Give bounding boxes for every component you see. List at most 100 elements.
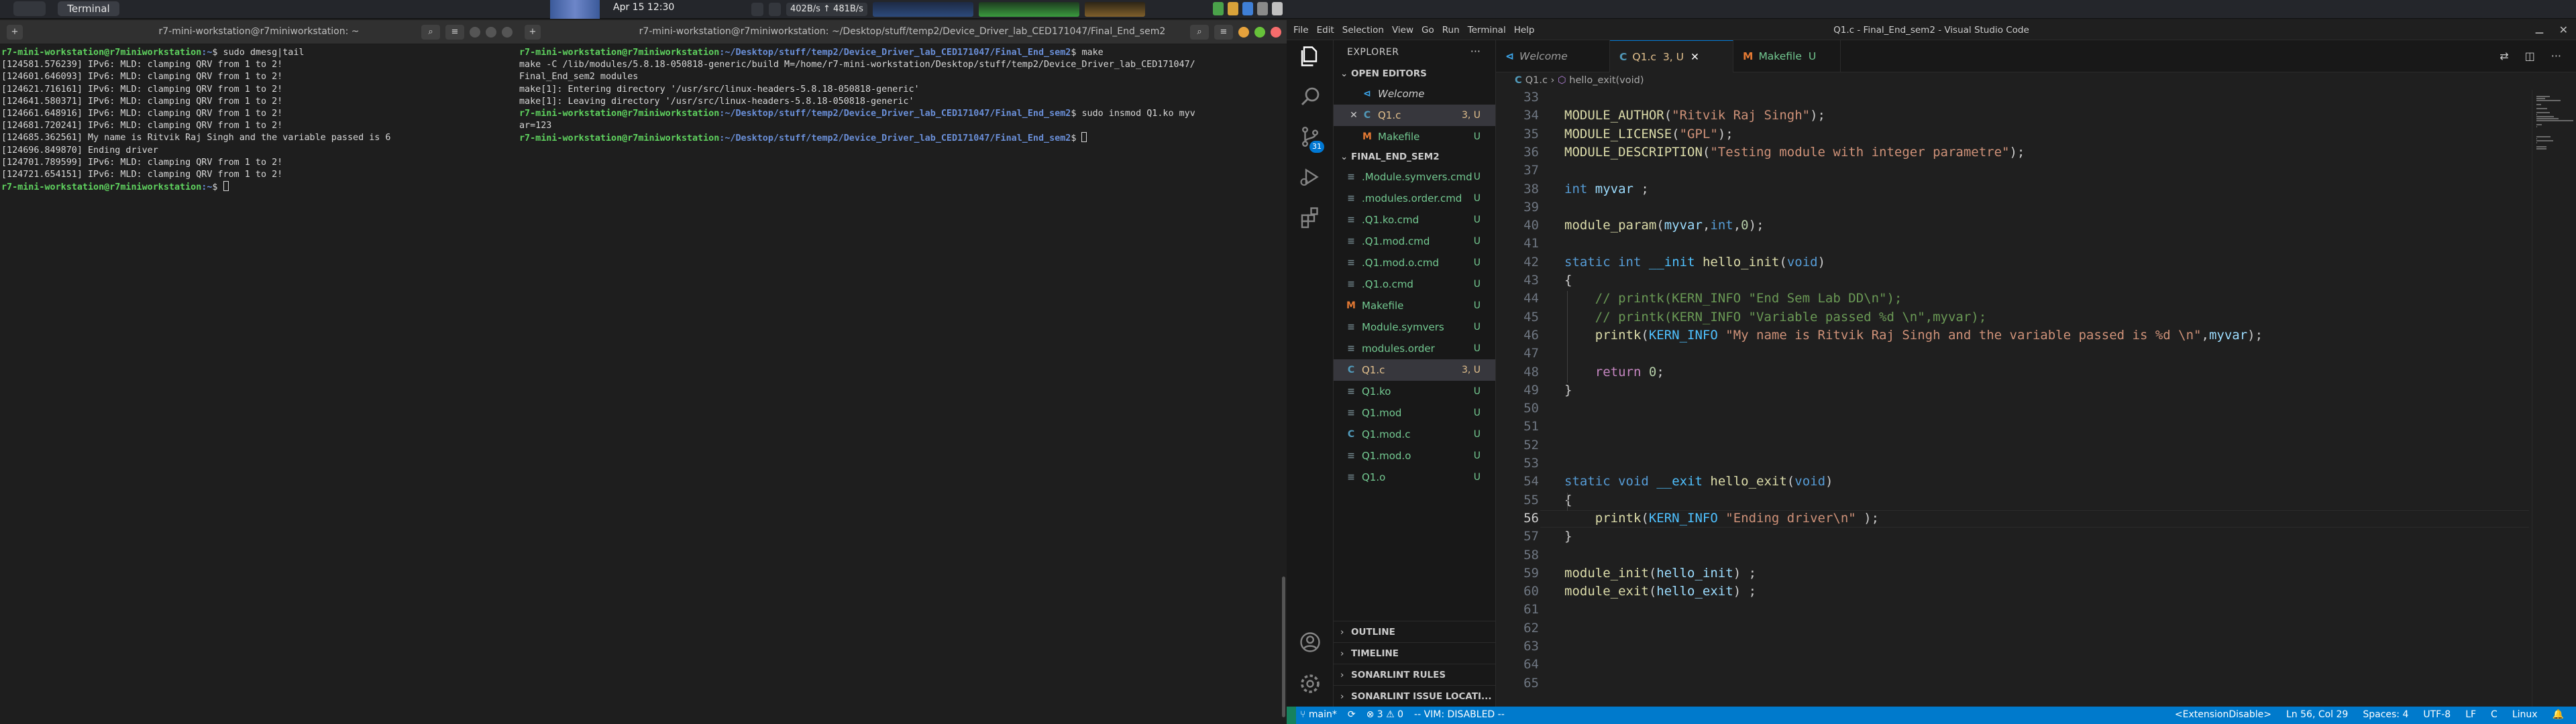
maximize-icon[interactable] <box>1254 27 1265 38</box>
folder-header[interactable]: ⌄ FINAL_END_SEM2 <box>1334 147 1495 166</box>
file-tree-item[interactable]: C Q1.mod.c U <box>1334 424 1495 445</box>
active-app-label[interactable]: Terminal <box>58 1 119 16</box>
line-number: 41 <box>1523 236 1539 251</box>
minimap-line <box>2536 96 2551 97</box>
search-icon[interactable]: ⌕ <box>421 25 440 40</box>
close-icon[interactable]: ✕ <box>1347 105 1360 126</box>
file-tree-item[interactable]: ≡ .Q1.mod.o.cmd U <box>1334 252 1495 274</box>
remote-indicator[interactable] <box>1287 707 1296 724</box>
cursor-position[interactable]: Ln 56, Col 29 <box>2286 709 2348 720</box>
open-editors-header[interactable]: ⌄ OPEN EDITORS <box>1334 64 1495 83</box>
breadcrumb-symbol[interactable]: hello_exit(void) <box>1569 75 1644 86</box>
file-tree-item[interactable]: ≡ Q1.mod U <box>1334 402 1495 424</box>
file-tree-item[interactable]: ≡ .Q1.o.cmd U <box>1334 274 1495 295</box>
indent-guide <box>1567 291 1568 383</box>
open-editor-item[interactable]: ⊲ Welcome <box>1334 83 1495 105</box>
makefile-icon: M <box>1743 50 1754 62</box>
search-icon[interactable] <box>1298 84 1322 109</box>
code-editor[interactable]: 33 34 MODULE_AUTHOR("Ritvik Raj Singh"); 35… <box>1496 90 2529 707</box>
minimap-line <box>2536 138 2537 139</box>
status-indicator-icon[interactable] <box>1213 2 1224 15</box>
tab-welcome[interactable]: ⊲ Welcome <box>1496 40 1610 72</box>
file-tree-item[interactable]: M Makefile U <box>1334 295 1495 316</box>
more-actions-icon[interactable]: ··· <box>2551 50 2561 62</box>
close-icon[interactable] <box>1271 27 1281 38</box>
problems-indicator[interactable]: ⊗ 3 ⚠ 0 <box>1366 709 1403 720</box>
terminal-window-project[interactable]: + r7-mini-workstation@r7miniworkstation:… <box>518 20 1287 724</box>
open-editor-item[interactable]: ✕ C Q1.c 3, U <box>1334 105 1495 126</box>
file-tree-item[interactable]: ≡ .Q1.mod.cmd U <box>1334 231 1495 252</box>
breadcrumb-file[interactable]: Q1.c <box>1525 75 1548 86</box>
more-actions-icon[interactable]: ··· <box>1470 45 1481 58</box>
settings-gear-icon[interactable] <box>1298 672 1322 696</box>
git-branch[interactable]: ⑂ main* <box>1300 709 1337 720</box>
run-debug-icon[interactable] <box>1298 165 1322 189</box>
file-tree-item[interactable]: ≡ .Module.symvers.cmd U <box>1334 166 1495 188</box>
update-icon[interactable] <box>1228 2 1238 15</box>
tab-makefile[interactable]: M Makefile U <box>1733 40 1841 72</box>
collapsed-section[interactable]: › TIMELINE <box>1334 642 1495 664</box>
chevron-down-icon: ⌄ <box>1340 68 1348 79</box>
terminal-scrollbar[interactable] <box>1282 577 1285 717</box>
file-tree-item[interactable]: C Q1.c 3, U <box>1334 359 1495 381</box>
battery-icon[interactable] <box>1272 2 1283 15</box>
git-status: U <box>1473 279 1481 290</box>
collapsed-section[interactable]: › OUTLINE <box>1334 621 1495 642</box>
file-tree-item[interactable]: ≡ .Q1.ko.cmd U <box>1334 209 1495 231</box>
language-mode[interactable]: C <box>2491 709 2498 720</box>
close-icon[interactable]: ✕ <box>1690 51 1699 63</box>
clock[interactable]: Apr 15 12:30 <box>613 2 674 13</box>
workspace-switcher[interactable] <box>550 0 600 19</box>
terminal-output[interactable]: r7-mini-workstation@r7miniworkstation:~$… <box>0 44 518 724</box>
file-tree-item[interactable]: ≡ Module.symvers U <box>1334 316 1495 338</box>
hamburger-menu-icon[interactable]: ≡ <box>445 25 464 40</box>
maximize-icon[interactable] <box>486 27 496 38</box>
file-tree-item[interactable]: ≡ Q1.ko U <box>1334 381 1495 402</box>
close-icon[interactable] <box>502 27 513 38</box>
terminal-titlebar[interactable]: + r7-mini-workstation@r7miniworkstation:… <box>0 20 518 44</box>
file-tree-item[interactable]: ≡ .modules.order.cmd U <box>1334 188 1495 209</box>
vim-mode[interactable]: -- VIM: DISABLED -- <box>1414 709 1505 720</box>
output-text: ar=123 <box>519 121 552 131</box>
collapsed-section[interactable]: › SONARLINT ISSUE LOCATI... <box>1334 685 1495 707</box>
chevron-right-icon: › <box>1340 670 1344 680</box>
close-icon[interactable]: ✕ <box>2559 23 2568 36</box>
minimize-icon[interactable] <box>1238 27 1249 38</box>
code-line: module_init(hello_init) ; <box>1564 565 1757 581</box>
minimap[interactable] <box>2532 90 2576 707</box>
file-tree-item[interactable]: ≡ Q1.mod.o U <box>1334 445 1495 467</box>
window-icon[interactable] <box>751 3 763 16</box>
extension-disable[interactable]: <ExtensionDisable> <box>2175 709 2271 720</box>
account-icon[interactable] <box>1298 630 1322 654</box>
compare-changes-icon[interactable]: ⇄ <box>2500 50 2508 62</box>
file-tree-item[interactable]: ≡ modules.order U <box>1334 338 1495 359</box>
minimize-icon[interactable] <box>470 27 480 38</box>
apple-menu-icon[interactable] <box>13 1 46 16</box>
encoding[interactable]: UTF-8 <box>2423 709 2451 720</box>
indentation[interactable]: Spaces: 4 <box>2363 709 2408 720</box>
end-of-line[interactable]: LF <box>2465 709 2476 720</box>
network-icon[interactable] <box>1242 2 1253 15</box>
hamburger-menu-icon[interactable]: ≡ <box>1214 25 1233 40</box>
explorer-icon[interactable] <box>1298 44 1322 68</box>
tab-label: Makefile <box>1758 50 1802 62</box>
vscode-titlebar[interactable]: File Edit Selection View Go Run Terminal Help Q… <box>1287 20 2576 40</box>
minimap-line <box>2536 140 2553 141</box>
open-editor-item[interactable]: M Makefile U <box>1334 126 1495 147</box>
minimize-icon[interactable]: ⚊ <box>2534 23 2544 36</box>
terminal-output[interactable]: r7-mini-workstation@r7miniworkstation:~/… <box>518 44 1287 724</box>
tab-q1-c[interactable]: C Q1.c 3, U ✕ <box>1610 40 1733 72</box>
os-platform[interactable]: Linux <box>2512 709 2538 720</box>
chip-icon[interactable] <box>769 3 781 16</box>
terminal-titlebar[interactable]: + r7-mini-workstation@r7miniworkstation:… <box>518 20 1287 44</box>
sync-icon[interactable]: ⟳ <box>1348 709 1356 720</box>
file-tree-item[interactable]: ≡ Q1.o U <box>1334 467 1495 488</box>
collapsed-section[interactable]: › SONARLINT RULES <box>1334 664 1495 685</box>
search-icon[interactable]: ⌕ <box>1190 25 1209 40</box>
volume-icon[interactable] <box>1257 2 1268 15</box>
terminal-window-home[interactable]: + r7-mini-workstation@r7miniworkstation:… <box>0 20 518 724</box>
extensions-icon[interactable] <box>1298 205 1322 229</box>
split-editor-icon[interactable]: ◫ <box>2525 50 2535 62</box>
minimap-line <box>2536 142 2537 143</box>
notifications-bell-icon[interactable]: 🔔 <box>2553 709 2564 720</box>
